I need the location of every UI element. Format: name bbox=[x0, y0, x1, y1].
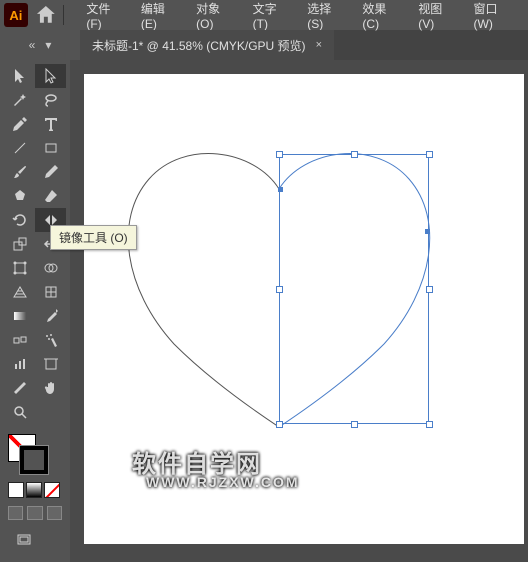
color-mode-gradient[interactable] bbox=[26, 482, 42, 498]
divider bbox=[63, 5, 64, 25]
color-mode-none[interactable] bbox=[44, 482, 60, 498]
selection-tool[interactable] bbox=[4, 64, 35, 88]
free-transform-tool[interactable] bbox=[4, 256, 35, 280]
screen-mode-tool[interactable] bbox=[8, 528, 39, 552]
canvas-area[interactable]: 软件自学网 WWW.RJZXW.COM bbox=[70, 60, 528, 548]
color-mode-solid[interactable] bbox=[8, 482, 24, 498]
handle-mr[interactable] bbox=[426, 286, 433, 293]
gradient-tool[interactable] bbox=[4, 304, 35, 328]
control-strip: « ▾ bbox=[0, 30, 80, 60]
stroke-swatch[interactable] bbox=[20, 446, 48, 474]
home-icon[interactable] bbox=[34, 3, 58, 27]
eraser-tool[interactable] bbox=[35, 184, 66, 208]
selection-bbox[interactable] bbox=[279, 154, 429, 424]
hand-tool[interactable] bbox=[35, 376, 66, 400]
pen-tool[interactable] bbox=[4, 112, 35, 136]
symbol-sprayer-tool[interactable] bbox=[35, 328, 66, 352]
color-swatches bbox=[4, 424, 66, 558]
panel-menu-icon[interactable]: ▾ bbox=[45, 38, 51, 52]
handle-tm[interactable] bbox=[351, 151, 358, 158]
pencil-tool[interactable] bbox=[35, 160, 66, 184]
slice-tool[interactable] bbox=[4, 376, 35, 400]
direct-selection-tool[interactable] bbox=[35, 64, 66, 88]
artboard[interactable]: 软件自学网 WWW.RJZXW.COM bbox=[84, 74, 524, 544]
line-tool[interactable] bbox=[4, 136, 35, 160]
scale-tool[interactable] bbox=[4, 232, 35, 256]
empty-slot bbox=[35, 400, 66, 424]
menu-window[interactable]: 窗口(W) bbox=[466, 0, 524, 37]
artboard-tool[interactable] bbox=[35, 352, 66, 376]
toolbox bbox=[0, 60, 70, 562]
column-graph-tool[interactable] bbox=[4, 352, 35, 376]
app-logo: Ai bbox=[4, 3, 28, 27]
handle-ml[interactable] bbox=[276, 286, 283, 293]
doc-tab[interactable]: 未标题-1* @ 41.58% (CMYK/GPU 预览) × bbox=[80, 30, 334, 60]
eyedropper-tool[interactable] bbox=[35, 304, 66, 328]
draw-mode-inside[interactable] bbox=[47, 506, 62, 520]
draw-mode-behind[interactable] bbox=[27, 506, 42, 520]
watermark-url: WWW.RJZXW.COM bbox=[146, 474, 300, 490]
menu-effect[interactable]: 效果(C) bbox=[354, 0, 410, 37]
fill-stroke-swatch[interactable] bbox=[8, 434, 48, 474]
anchor-top[interactable] bbox=[278, 187, 283, 192]
toggle-panels-icon[interactable]: « bbox=[29, 38, 36, 52]
handle-br[interactable] bbox=[426, 421, 433, 428]
zoom-tool[interactable] bbox=[4, 400, 35, 424]
brush-tool[interactable] bbox=[4, 160, 35, 184]
top-bar: Ai 文件(F) 编辑(E) 对象(O) 文字(T) 选择(S) 效果(C) 视… bbox=[0, 0, 528, 30]
handle-bl[interactable] bbox=[276, 421, 283, 428]
type-tool[interactable] bbox=[35, 112, 66, 136]
handle-tr[interactable] bbox=[426, 151, 433, 158]
shape-builder-tool[interactable] bbox=[35, 256, 66, 280]
rectangle-tool[interactable] bbox=[35, 136, 66, 160]
close-icon[interactable]: × bbox=[316, 39, 322, 51]
lasso-tool[interactable] bbox=[35, 88, 66, 112]
handle-bm[interactable] bbox=[351, 421, 358, 428]
magic-wand-tool[interactable] bbox=[4, 88, 35, 112]
menu-view[interactable]: 视图(V) bbox=[410, 0, 465, 37]
rotate-tool[interactable] bbox=[4, 208, 35, 232]
mesh-tool[interactable] bbox=[35, 280, 66, 304]
doc-title: 未标题-1* @ 41.58% (CMYK/GPU 预览) bbox=[92, 37, 306, 54]
perspective-tool[interactable] bbox=[4, 280, 35, 304]
draw-mode-normal[interactable] bbox=[8, 506, 23, 520]
handle-tl[interactable] bbox=[276, 151, 283, 158]
blend-tool[interactable] bbox=[4, 328, 35, 352]
tooltip: 镜像工具 (O) bbox=[50, 225, 137, 250]
anchor-right[interactable] bbox=[425, 229, 430, 234]
shaper-tool[interactable] bbox=[4, 184, 35, 208]
